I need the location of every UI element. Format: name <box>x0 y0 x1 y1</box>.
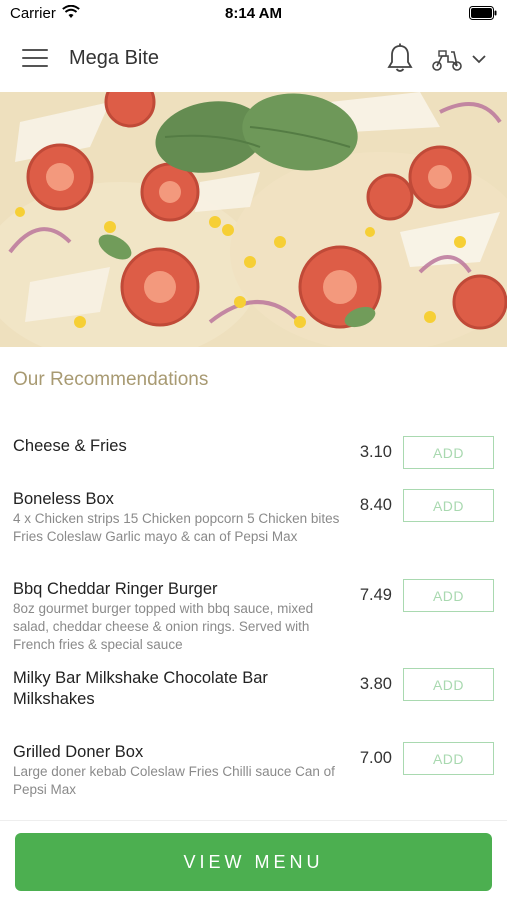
item-description: Large doner kebab Coleslaw Fries Chilli … <box>13 764 335 797</box>
menu-icon[interactable] <box>22 49 48 71</box>
item-price: 8.40 <box>359 496 392 514</box>
bottom-bar: VIEW MENU <box>0 820 507 900</box>
item-description: 4 x Chicken strips 15 Chicken popcorn 5 … <box>13 511 340 544</box>
add-button[interactable]: ADD <box>403 489 494 522</box>
status-bar: Carrier 8:14 AM <box>0 0 507 28</box>
item-name: Grilled Doner Box <box>13 743 144 761</box>
pizza-photo <box>0 92 507 347</box>
item-name: Cheese & Fries <box>13 437 127 455</box>
item-price: 3.10 <box>359 443 392 461</box>
bell-icon[interactable] <box>386 43 414 75</box>
add-button[interactable]: ADD <box>403 436 494 469</box>
view-menu-button[interactable]: VIEW MENU <box>15 833 492 891</box>
status-time: 8:14 AM <box>225 5 282 22</box>
add-button[interactable]: ADD <box>403 742 494 775</box>
battery-icon <box>469 6 497 20</box>
chevron-down-icon[interactable] <box>471 52 487 66</box>
item-description: 8oz gourmet burger topped with bbq sauce… <box>13 601 314 652</box>
scooter-icon[interactable] <box>431 48 463 72</box>
app-header: Mega Bite <box>0 28 507 92</box>
item-price: 7.00 <box>359 749 392 767</box>
item-name: Bbq Cheddar Ringer Burger <box>13 580 218 598</box>
section-title-recommendations: Our Recommendations <box>13 369 209 390</box>
item-price: 3.80 <box>359 675 392 693</box>
hero-pizza-image <box>0 92 507 347</box>
item-name: Milky Bar Milkshake Chocolate Bar Milksh… <box>13 669 268 708</box>
item-price: 7.49 <box>359 586 392 604</box>
page-title: Mega Bite <box>69 47 160 69</box>
item-name: Boneless Box <box>13 490 114 508</box>
add-button[interactable]: ADD <box>403 668 494 701</box>
add-button[interactable]: ADD <box>403 579 494 612</box>
